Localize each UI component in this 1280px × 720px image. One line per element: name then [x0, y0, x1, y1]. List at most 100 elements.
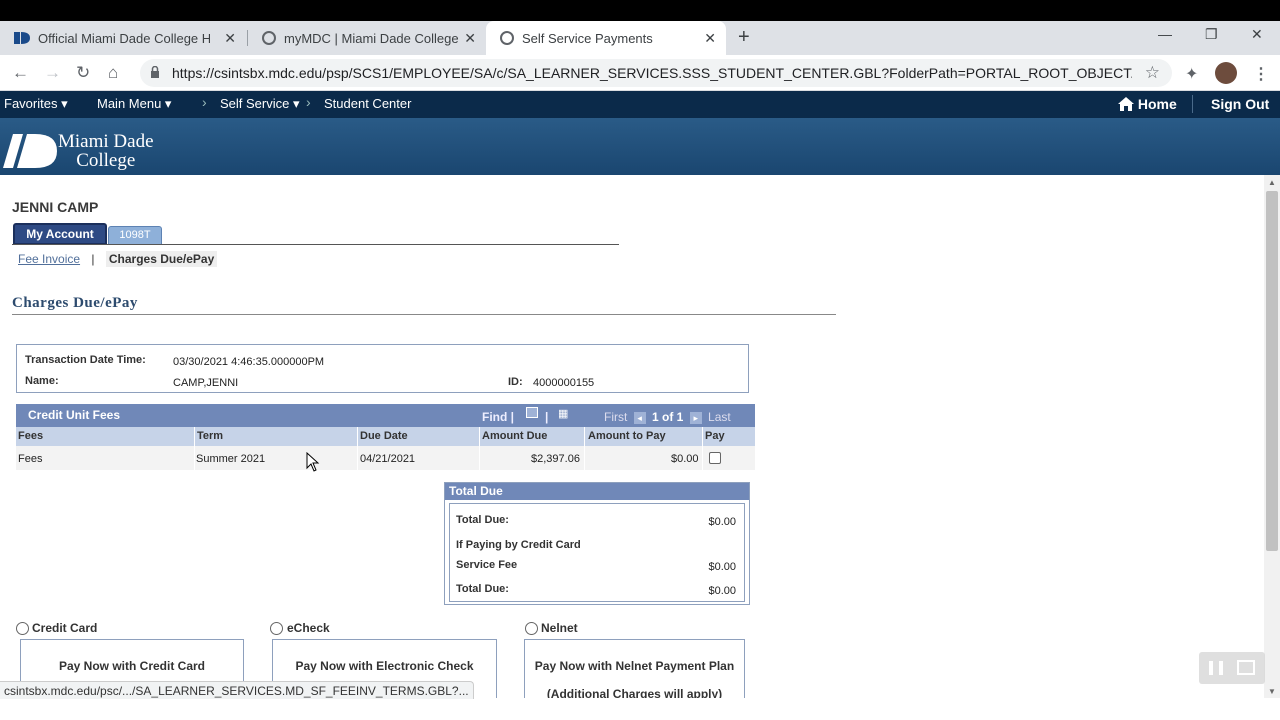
transaction-datetime-label: Transaction Date Time:	[25, 354, 146, 366]
tab-underline	[12, 244, 619, 245]
close-window-icon[interactable]: ✕	[1251, 26, 1263, 43]
total-due-header: Total Due	[445, 483, 749, 500]
transaction-datetime-value: 03/30/2021 4:46:35.000000PM	[173, 356, 325, 368]
tab-title: Official Miami Dade College Hom	[38, 30, 210, 46]
cell-fees: Fees	[18, 453, 43, 465]
main-menu[interactable]: Main Menu ▾	[97, 96, 171, 112]
mdc-logo-icon	[14, 32, 30, 44]
home-link[interactable]: Home	[1118, 96, 1177, 112]
col-pay: Pay	[705, 430, 725, 442]
total-due-inner: Total Due: $0.00 If Paying by Credit Car…	[449, 503, 745, 602]
charges-due-link[interactable]: Charges Due/ePay	[105, 251, 218, 267]
breadcrumb-chevron-icon: ›	[306, 94, 311, 110]
globe-icon	[262, 31, 276, 45]
sublink-divider: |	[91, 252, 95, 266]
transaction-info-box: Transaction Date Time: 03/30/2021 4:46:3…	[16, 344, 749, 393]
browser-tab-mymdc[interactable]: myMDC | Miami Dade College ✕	[248, 21, 486, 55]
credit-unit-fees-header: Credit Unit Fees Find | | ▦ First ◂ 1 of…	[16, 404, 755, 427]
picture-icon[interactable]	[1237, 660, 1255, 675]
scroll-up-icon[interactable]: ▲	[1268, 178, 1276, 187]
id-value: 4000000155	[533, 377, 595, 389]
first-link[interactable]: First	[604, 410, 627, 424]
page-scrollbar[interactable]: ▲ ▼	[1264, 175, 1280, 698]
self-service-menu[interactable]: Self Service ▾	[220, 96, 300, 112]
title-divider	[12, 314, 836, 315]
extensions-icon[interactable]: ✦	[1185, 64, 1198, 84]
restore-icon[interactable]: ❐	[1205, 26, 1218, 43]
scrollbar-thumb[interactable]	[1266, 191, 1278, 551]
breadcrumb-student-center[interactable]: Student Center	[324, 96, 411, 111]
col-amount-due: Amount Due	[482, 430, 548, 442]
tab-my-account[interactable]: My Account	[13, 223, 107, 245]
cell-amount-to-pay[interactable]: $0.00	[671, 453, 699, 465]
next-arrow-icon[interactable]: ▸	[689, 412, 702, 424]
last-link[interactable]: Last	[708, 410, 731, 424]
house-icon	[1118, 97, 1134, 111]
pay-checkbox[interactable]	[709, 452, 721, 464]
minimize-icon[interactable]: —	[1158, 26, 1172, 42]
credit-card-note: If Paying by Credit Card	[456, 539, 581, 551]
nav-divider	[1192, 95, 1193, 113]
close-tab-icon[interactable]: ✕	[224, 30, 236, 47]
prev-arrow-icon[interactable]: ◂	[633, 412, 646, 424]
nelnet-radio[interactable]	[525, 622, 538, 635]
bookmark-star-icon[interactable]: ☆	[1145, 63, 1160, 83]
download-grid-icon[interactable]: ▦	[558, 407, 568, 420]
close-tab-icon[interactable]: ✕	[464, 30, 476, 47]
grid-bar: |	[545, 410, 549, 424]
close-tab-icon[interactable]: ✕	[704, 30, 716, 47]
sign-out-link[interactable]: Sign Out	[1211, 96, 1269, 112]
pause-icon[interactable]	[1209, 661, 1223, 675]
mdc-logo-icon	[3, 134, 57, 168]
mdc-banner: Miami Dade College	[0, 118, 1280, 175]
echeck-radio[interactable]	[270, 622, 283, 635]
forward-icon[interactable]: →	[44, 63, 61, 83]
table-row: Fees Summer 2021 04/21/2021 $2,397.06 $0…	[16, 446, 755, 470]
grid-title: Credit Unit Fees	[28, 408, 121, 422]
fee-invoice-link[interactable]: Fee Invoice	[18, 252, 80, 266]
name-value: CAMP,JENNI	[173, 377, 239, 389]
view-all-icon[interactable]	[526, 407, 538, 418]
browser-tab-mdc-home[interactable]: Official Miami Dade College Hom ✕	[0, 21, 246, 55]
screen-top-bar	[0, 0, 1280, 21]
tab-1098t[interactable]: 1098T	[108, 226, 162, 245]
back-icon[interactable]: ←	[12, 63, 29, 83]
sub-navigation: Fee Invoice | Charges Due/ePay	[18, 251, 218, 267]
service-fee-label: Service Fee	[456, 559, 518, 571]
tab-title: Self Service Payments	[522, 30, 653, 46]
page-content: JENNI CAMP My Account 1098T Fee Invoice …	[0, 175, 1264, 698]
service-fee-value: $0.00	[708, 561, 736, 573]
browser-tab-self-service-payments[interactable]: Self Service Payments ✕	[486, 21, 726, 55]
page-range: 1 of 1	[652, 410, 684, 424]
cell-amount-due: $2,397.06	[531, 453, 580, 465]
id-label: ID:	[508, 376, 523, 388]
reload-icon[interactable]: ↻	[76, 63, 90, 83]
browser-toolbar: ← → ↻ ⌂ https://csintsbx.mdc.edu/psp/SCS…	[0, 55, 1280, 91]
col-amount-to-pay: Amount to Pay	[588, 430, 666, 442]
credit-card-radio[interactable]	[16, 622, 29, 635]
mouse-cursor-icon	[306, 452, 320, 472]
breadcrumb-chevron-icon: ›	[202, 94, 207, 110]
lock-icon	[151, 66, 159, 78]
total-due2-value: $0.00	[708, 585, 736, 597]
total-due-label: Total Due:	[456, 514, 509, 526]
menu-icon[interactable]: ⋮	[1253, 64, 1269, 84]
browser-tab-strip: Official Miami Dade College Hom ✕ myMDC …	[0, 21, 1280, 55]
screen-recorder-controls[interactable]	[1199, 652, 1265, 684]
scroll-down-icon[interactable]: ▼	[1268, 687, 1276, 696]
echeck-label: eCheck	[287, 621, 330, 635]
profile-avatar[interactable]	[1215, 62, 1237, 84]
favorites-menu[interactable]: Favorites ▾	[4, 96, 68, 112]
find-link[interactable]: Find |	[482, 410, 514, 424]
mdc-logo-text: Miami Dade College	[58, 131, 154, 171]
home-icon[interactable]: ⌂	[108, 63, 118, 83]
name-label: Name:	[25, 375, 59, 387]
new-tab-icon[interactable]: +	[738, 26, 750, 49]
col-fees: Fees	[18, 430, 44, 442]
address-bar[interactable]: https://csintsbx.mdc.edu/psp/SCS1/EMPLOY…	[140, 59, 1172, 87]
page-title: Charges Due/ePay	[12, 295, 138, 311]
nelnet-label: Nelnet	[541, 621, 578, 635]
pay-nelnet-button[interactable]: Pay Now with Nelnet Payment Plan (Additi…	[524, 639, 745, 698]
total-due-box: Total Due Total Due: $0.00 If Paying by …	[444, 482, 750, 605]
globe-icon	[500, 31, 514, 45]
